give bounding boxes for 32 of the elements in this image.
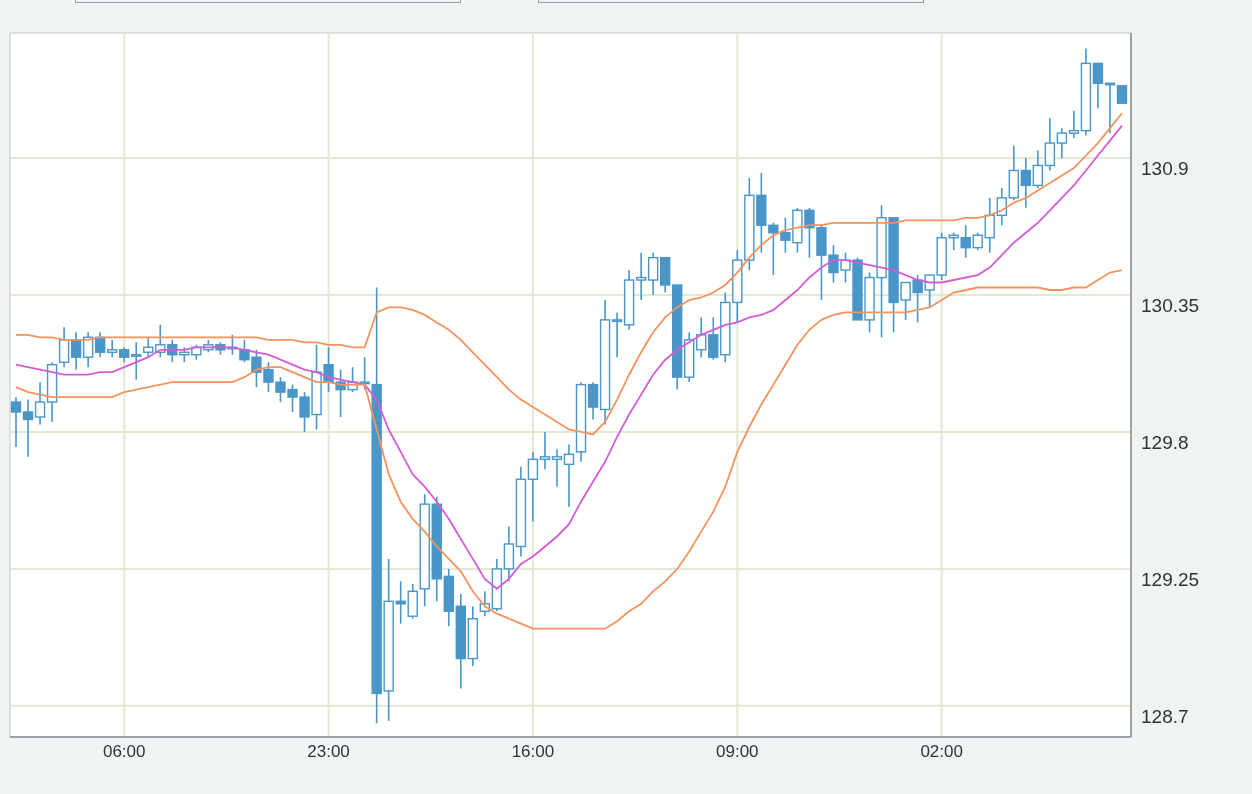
axis-label: 16:00 [511,742,555,761]
axis-label: 128.7 [1141,705,1189,727]
candlestick [924,274,935,309]
candlestick [94,331,106,359]
candlestick [191,343,202,361]
axis-label: 06:00 [102,742,146,761]
axis-label: 130.9 [1141,158,1189,179]
candlestick [275,376,286,403]
candlestick [792,207,803,254]
axis-label: 02:00 [920,742,963,761]
axis-label: 129.8 [1141,431,1189,453]
candlestick [1032,149,1044,189]
axis-label: 130.35 [1141,295,1200,316]
axis-label: 129.25 [1141,568,1200,590]
candlestick [10,396,22,448]
candlestick [263,361,274,393]
candlestick [82,331,94,368]
axis-label: 23:00 [307,742,350,761]
axis-label: 09:00 [716,742,759,761]
candlestick [696,316,707,359]
candlestick [203,339,214,354]
candlestick [287,383,298,413]
candlestick [647,251,659,296]
candlestick [623,269,635,331]
candlestick [1020,157,1031,209]
candlestick [179,346,190,363]
candlestick [107,339,118,359]
candlestick [70,331,82,371]
candlestick [912,274,923,324]
candlestick [34,381,46,426]
candlestick [22,398,34,458]
candlestick [635,251,647,301]
